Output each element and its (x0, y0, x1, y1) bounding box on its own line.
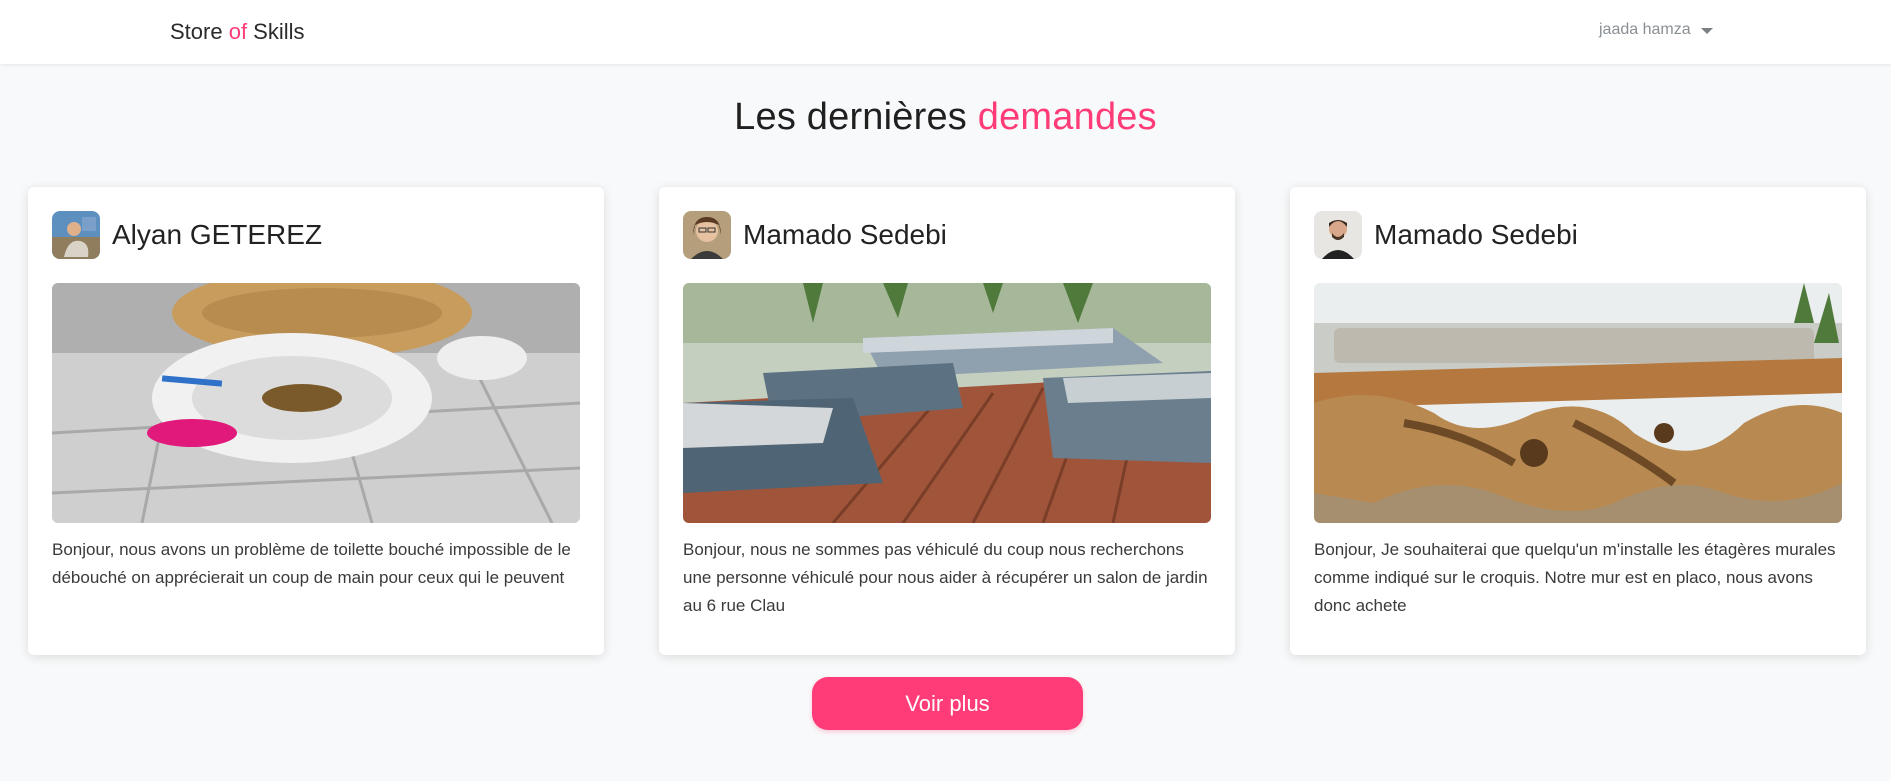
user-name: jaada hamza (1599, 21, 1691, 38)
avatar (52, 211, 100, 259)
user-menu-dropdown[interactable]: jaada hamza (1599, 21, 1713, 39)
card-header: Alyan GETEREZ (52, 211, 322, 259)
avatar (1314, 211, 1362, 259)
page-title: Les dernières demandes (0, 96, 1891, 139)
brand-text-part1: Store (170, 19, 229, 44)
request-photo[interactable] (1314, 283, 1842, 523)
page-title-accent: demandes (977, 96, 1157, 138)
avatar (683, 211, 731, 259)
request-card[interactable]: Alyan GETEREZ Bonjour, nous avons un pro… (28, 187, 604, 655)
card-header: Mamado Sedebi (683, 211, 947, 259)
request-description: Bonjour, nous avons un problème de toile… (52, 540, 571, 587)
request-description: Bonjour, Je souhaiterai que quelqu'un m'… (1314, 540, 1836, 615)
author-name[interactable]: Mamado Sedebi (1374, 219, 1578, 251)
page-title-text: Les dernières (734, 96, 978, 138)
top-navbar: Store of Skills jaada hamza (0, 0, 1891, 64)
request-photo[interactable] (683, 283, 1211, 523)
requests-list: Alyan GETEREZ Bonjour, nous avons un pro… (0, 187, 1891, 657)
caret-down-icon (1700, 28, 1713, 34)
request-card[interactable]: Mamado Sedebi Bonjour, Je souhaiterai qu… (1290, 187, 1866, 655)
brand-logo[interactable]: Store of Skills (170, 19, 305, 45)
brand-text-part2: Skills (247, 19, 305, 44)
see-more-button[interactable]: Voir plus (812, 677, 1083, 730)
request-photo[interactable] (52, 283, 580, 523)
author-name[interactable]: Alyan GETEREZ (112, 219, 322, 251)
author-name[interactable]: Mamado Sedebi (743, 219, 947, 251)
card-header: Mamado Sedebi (1314, 211, 1578, 259)
request-card[interactable]: Mamado Sedebi Bonjour, nous ne sommes pa… (659, 187, 1235, 655)
brand-text-accent: of (228, 19, 248, 44)
request-description: Bonjour, nous ne sommes pas véhiculé du … (683, 540, 1208, 615)
